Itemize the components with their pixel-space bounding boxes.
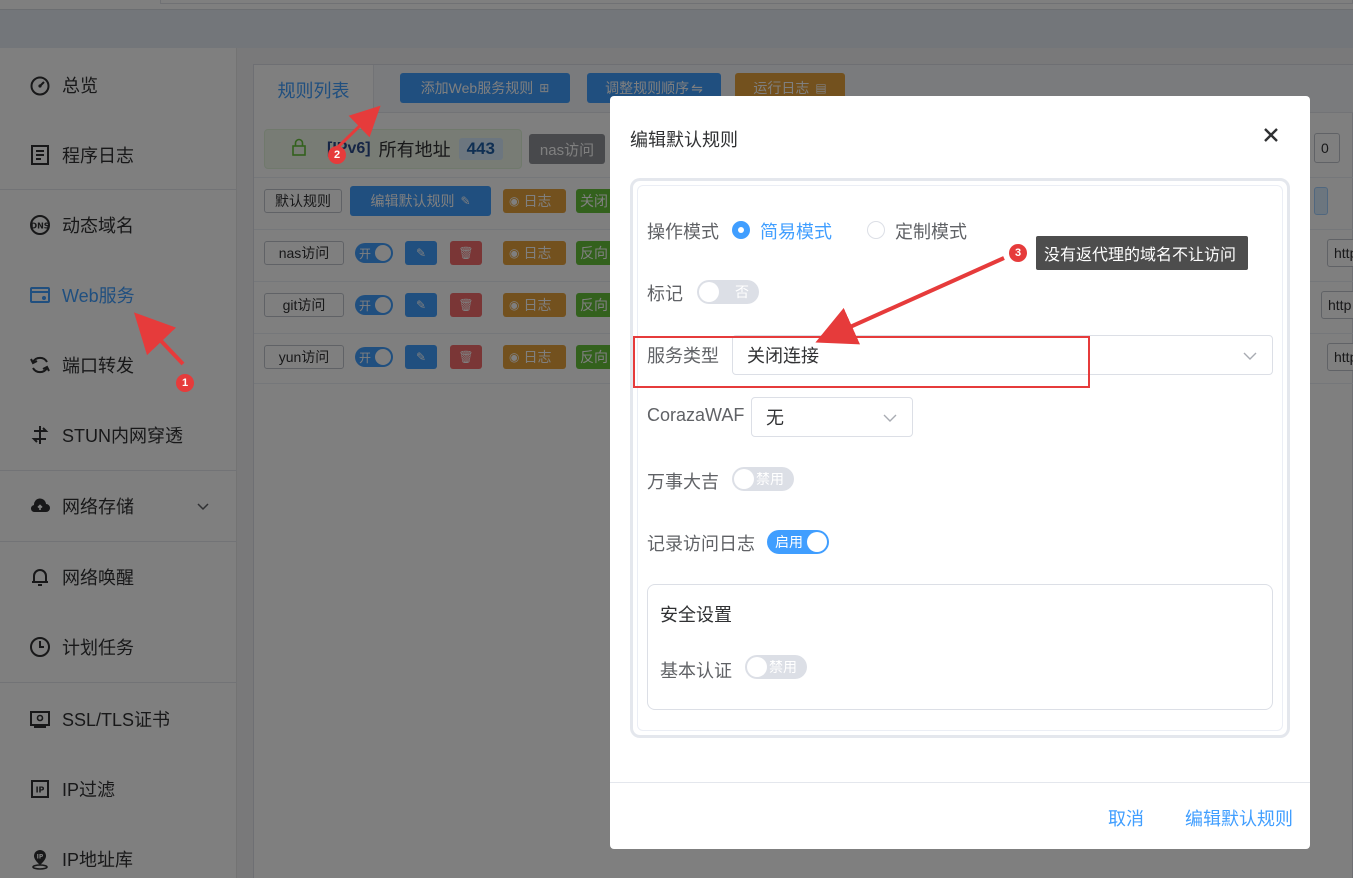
mode-label: 操作模式 <box>647 222 719 242</box>
annotation-badge-3: 3 <box>1009 244 1027 262</box>
annotation-badge-1: 1 <box>176 374 194 392</box>
switch-label: 启用 <box>775 534 803 550</box>
cancel-button[interactable]: 取消 <box>1108 805 1144 831</box>
select-value: 无 <box>766 408 784 428</box>
close-icon[interactable] <box>1262 126 1280 144</box>
chevron-down-icon <box>1243 352 1257 360</box>
security-title: 安全设置 <box>660 605 732 625</box>
access-log-label: 记录访问日志 <box>647 534 755 554</box>
mark-switch[interactable]: 否 <box>697 280 759 304</box>
edit-default-rule-dialog: 编辑默认规则 操作模式 简易模式 定制模式 标记 否 服务类型 关闭连接 Cor… <box>610 96 1310 849</box>
dialog-footer-divider <box>610 782 1310 783</box>
dialog-title: 编辑默认规则 <box>630 130 738 150</box>
switch-knob <box>807 532 827 552</box>
mode-simple-label[interactable]: 简易模式 <box>760 218 832 244</box>
switch-knob <box>699 282 719 302</box>
mode-custom-radio[interactable] <box>867 221 885 239</box>
access-log-switch[interactable]: 启用 <box>767 530 829 554</box>
mode-simple-radio[interactable] <box>732 221 750 239</box>
basic-auth-switch[interactable]: 禁用 <box>745 655 807 679</box>
confirm-edit-default-rule-button[interactable]: 编辑默认规则 <box>1185 805 1293 831</box>
switch-label: 否 <box>735 284 749 300</box>
annotation-tooltip: 没有返代理的域名不让访问 <box>1036 236 1249 270</box>
switch-label: 禁用 <box>756 471 784 487</box>
mark-label: 标记 <box>647 284 683 304</box>
wanshi-switch[interactable]: 禁用 <box>732 467 794 491</box>
highlight-box <box>633 336 1090 388</box>
wanshi-label: 万事大吉 <box>647 472 719 492</box>
switch-label: 禁用 <box>769 659 797 675</box>
security-settings-section: 安全设置 基本认证 禁用 <box>647 584 1273 710</box>
switch-knob <box>747 657 767 677</box>
chevron-down-icon <box>883 414 897 422</box>
switch-knob <box>734 469 754 489</box>
annotation-badge-2: 2 <box>328 146 346 164</box>
mode-custom-label[interactable]: 定制模式 <box>895 218 967 244</box>
coraza-waf-select[interactable]: 无 <box>751 397 913 437</box>
basic-auth-label: 基本认证 <box>660 661 732 681</box>
coraza-waf-label: CorazaWAF <box>647 405 745 425</box>
